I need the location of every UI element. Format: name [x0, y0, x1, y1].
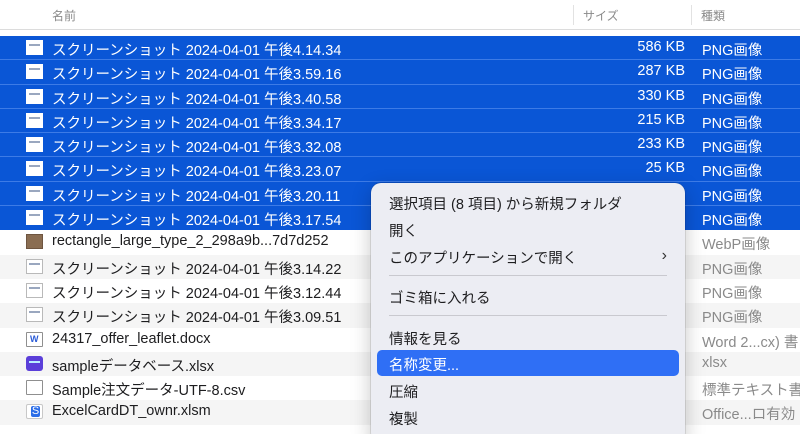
file-kind: PNG画像	[702, 140, 763, 157]
menu-item-get-info[interactable]: 情報を見る	[389, 328, 462, 349]
file-name: スクリーンショット 2024-04-01 午後3.40.58	[52, 91, 342, 108]
column-divider[interactable]	[691, 5, 692, 25]
image-file-icon	[26, 88, 43, 104]
image-file-icon	[26, 161, 43, 177]
menu-item-move-to-trash[interactable]: ゴミ箱に入れる	[389, 287, 491, 308]
menu-item-open[interactable]: 開く	[389, 220, 418, 241]
file-size: 330 KB	[637, 87, 685, 104]
spreadsheet-app-icon	[26, 355, 43, 371]
file-name: ExcelCardDT_ownr.xlsm	[52, 403, 211, 420]
file-name: スクリーンショット 2024-04-01 午後3.12.44	[52, 285, 342, 302]
file-name: スクリーンショット 2024-04-01 午後3.59.16	[52, 67, 342, 84]
file-kind: PNG画像	[702, 164, 763, 181]
file-row[interactable]: スクリーンショット 2024-04-01 午後3.40.58 330 KB PN…	[0, 84, 800, 109]
image-file-icon	[26, 307, 43, 323]
column-header-size[interactable]: サイズ	[583, 7, 619, 24]
file-size: 233 KB	[637, 136, 685, 153]
file-name: Sample注文データ-UTF-8.csv	[52, 383, 246, 400]
image-file-icon	[26, 210, 43, 226]
menu-item-rename-label: 名称変更...	[389, 358, 460, 374]
file-kind: PNG画像	[702, 310, 763, 327]
image-file-icon	[26, 185, 43, 201]
menu-item-open-with[interactable]: このアプリケーションで開く	[389, 247, 577, 268]
column-header-name[interactable]: 名前	[52, 7, 76, 24]
file-size: 25 KB	[645, 160, 686, 177]
file-kind: PNG画像	[702, 188, 763, 205]
file-name: スクリーンショット 2024-04-01 午後3.14.22	[52, 261, 342, 278]
file-name: sampleデータベース.xlsx	[52, 358, 215, 375]
word-document-icon	[26, 331, 43, 347]
file-kind: PNG画像	[702, 91, 763, 108]
file-name: スクリーンショット 2024-04-01 午後3.23.07	[52, 164, 342, 181]
chevron-right-icon: ›	[661, 247, 667, 264]
image-file-icon	[26, 112, 43, 128]
file-kind: Office...ロ有効	[702, 407, 796, 424]
file-row[interactable]: スクリーンショット 2024-04-01 午後3.23.07 25 KB PNG…	[0, 157, 800, 182]
column-header-kind[interactable]: 種類	[701, 7, 725, 24]
file-kind: PNG画像	[702, 261, 763, 278]
file-kind: Word 2...cx) 書	[702, 334, 799, 351]
macro-spreadsheet-icon	[26, 404, 43, 420]
image-file-icon	[26, 64, 43, 80]
menu-item-new-folder-with-selection[interactable]: 選択項目 (8 項目) から新規フォルダ	[389, 193, 622, 214]
column-header-bar: 名前 サイズ 種類	[0, 0, 800, 30]
file-kind: PNG画像	[702, 285, 763, 302]
column-divider[interactable]	[573, 5, 574, 25]
file-kind: PNG画像	[702, 213, 763, 230]
file-row[interactable]: スクリーンショット 2024-04-01 午後4.14.34 586 KB PN…	[0, 36, 800, 61]
file-name: スクリーンショット 2024-04-01 午後3.20.11	[52, 188, 341, 205]
file-name: スクリーンショット 2024-04-01 午後3.34.17	[52, 115, 342, 132]
file-name: スクリーンショット 2024-04-01 午後3.09.51	[52, 310, 342, 327]
menu-divider	[389, 315, 667, 316]
file-kind: xlsx	[702, 354, 727, 371]
menu-item-compress[interactable]: 圧縮	[389, 381, 418, 402]
file-size: 287 KB	[637, 63, 685, 80]
file-size: 215 KB	[637, 111, 685, 128]
image-file-icon	[26, 234, 43, 250]
file-name: スクリーンショット 2024-04-01 午後3.32.08	[52, 140, 342, 157]
file-kind: 標準テキスト書	[702, 383, 800, 400]
text-document-icon	[26, 380, 43, 396]
image-file-icon	[26, 258, 43, 274]
context-menu: 選択項目 (8 項目) から新規フォルダ 開く このアプリケーションで開く › …	[371, 183, 685, 434]
file-kind: WebP画像	[702, 237, 771, 254]
file-size: 586 KB	[637, 39, 685, 55]
image-file-icon	[26, 282, 43, 298]
image-file-icon	[26, 40, 43, 55]
menu-item-duplicate[interactable]: 複製	[389, 408, 418, 429]
file-name: スクリーンショット 2024-04-01 午後3.17.54	[52, 213, 342, 230]
file-name: スクリーンショット 2024-04-01 午後4.14.34	[52, 43, 342, 59]
file-kind: PNG画像	[702, 43, 763, 59]
menu-item-rename[interactable]: 名称変更...	[377, 350, 679, 376]
file-row[interactable]: スクリーンショット 2024-04-01 午後3.59.16 287 KB PN…	[0, 60, 800, 85]
menu-divider	[389, 275, 667, 276]
image-file-icon	[26, 137, 43, 153]
file-name: rectangle_large_type_2_298a9b...7d7d252	[52, 233, 329, 250]
file-row[interactable]: スクリーンショット 2024-04-01 午後3.32.08 233 KB PN…	[0, 133, 800, 158]
file-name: 24317_offer_leaflet.docx	[52, 330, 211, 347]
file-kind: PNG画像	[702, 115, 763, 132]
file-kind: PNG画像	[702, 67, 763, 84]
file-row[interactable]: スクリーンショット 2024-04-01 午後3.34.17 215 KB PN…	[0, 108, 800, 134]
